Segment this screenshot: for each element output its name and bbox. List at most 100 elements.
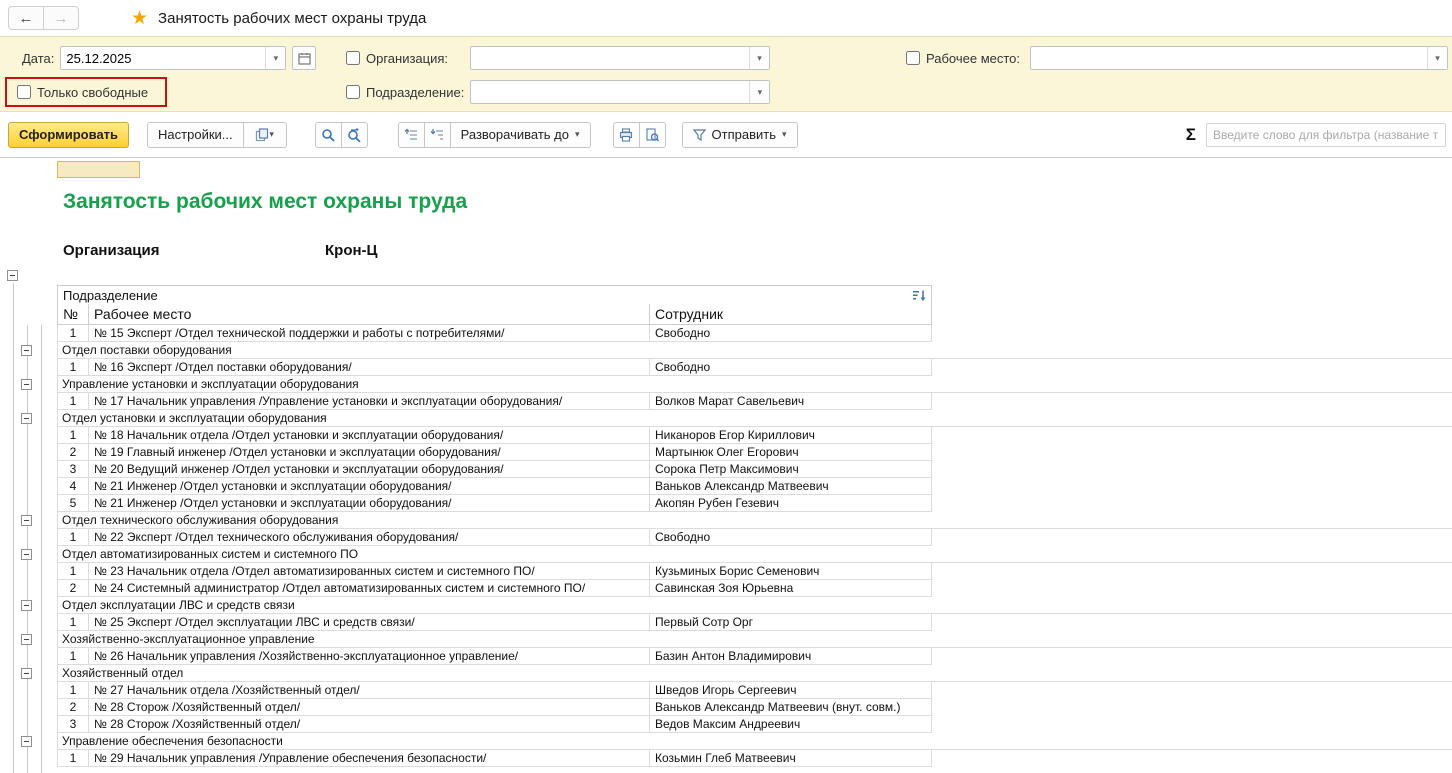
cell-workplace[interactable]: № 26 Начальник управления /Хозяйственно-…	[89, 648, 650, 665]
cell-workplace[interactable]: № 28 Сторож /Хозяйственный отдел/	[89, 699, 650, 716]
collapse-group-icon[interactable]	[21, 549, 32, 560]
group-row[interactable]: Управление установки и эксплуатации обор…	[0, 376, 1452, 393]
cell-employee[interactable]: Первый Сотр Орг	[650, 614, 932, 631]
cell-workplace[interactable]: № 18 Начальник отдела /Отдел установки и…	[89, 427, 650, 444]
cell-employee[interactable]: Базин Антон Владимирович	[650, 648, 932, 665]
cell-num[interactable]: 2	[57, 444, 89, 461]
workplace-input[interactable]	[1031, 47, 1427, 69]
department-checkbox[interactable]	[346, 85, 360, 99]
corner-cell[interactable]	[57, 161, 140, 178]
group-row[interactable]: Хозяйственный отдел	[0, 665, 1452, 682]
cell-workplace[interactable]: № 27 Начальник отдела /Хозяйственный отд…	[89, 682, 650, 699]
expand-levels-button[interactable]	[424, 122, 451, 148]
chevron-down-icon[interactable]: ▾	[1427, 47, 1447, 69]
cell-employee[interactable]: Акопян Рубен Гезевич	[650, 495, 932, 512]
cell-employee[interactable]: Ваньков Александр Матвеевич	[650, 478, 932, 495]
cell-employee[interactable]: Сорока Петр Максимович	[650, 461, 932, 478]
col-employee[interactable]: Сотрудник	[650, 304, 932, 325]
cell-workplace[interactable]: № 24 Системный администратор /Отдел авто…	[89, 580, 650, 597]
collapse-group-icon[interactable]	[21, 736, 32, 747]
generate-button[interactable]: Сформировать	[8, 122, 129, 148]
quick-filter-input[interactable]	[1206, 123, 1446, 147]
back-button[interactable]: ←	[8, 6, 44, 30]
settings-button[interactable]: Настройки...	[147, 122, 244, 148]
cell-employee[interactable]: Ваньков Александр Матвеевич (внут. совм.…	[650, 699, 932, 716]
cell-workplace[interactable]: № 17 Начальник управления /Управление ус…	[89, 393, 650, 410]
cell-employee[interactable]: Свободно	[650, 359, 932, 376]
table-row[interactable]: 1№ 26 Начальник управления /Хозяйственно…	[0, 648, 1452, 665]
group-row[interactable]: Хозяйственно-эксплуатационное управление	[0, 631, 1452, 648]
table-row[interactable]: 5№ 21 Инженер /Отдел установки и эксплуа…	[0, 495, 1452, 512]
group-header-row[interactable]: Подразделение	[57, 285, 932, 305]
cell-employee[interactable]: Ведов Максим Андреевич	[650, 716, 932, 733]
date-input[interactable]	[61, 47, 265, 69]
send-button[interactable]: Отправить ▾	[682, 122, 798, 148]
department-input[interactable]	[471, 81, 749, 103]
sort-icon[interactable]	[913, 289, 926, 302]
cell-workplace[interactable]: № 20 Ведущий инженер /Отдел установки и …	[89, 461, 650, 478]
cell-workplace[interactable]: № 16 Эксперт /Отдел поставки оборудовани…	[89, 359, 650, 376]
table-row[interactable]: 1№ 18 Начальник отдела /Отдел установки …	[0, 427, 1452, 444]
table-row[interactable]: 2№ 19 Главный инженер /Отдел установки и…	[0, 444, 1452, 461]
table-row[interactable]: 1№ 29 Начальник управления /Управление о…	[0, 750, 1452, 767]
favorite-star-icon[interactable]: ★	[131, 7, 148, 30]
cell-workplace[interactable]: № 21 Инженер /Отдел установки и эксплуат…	[89, 495, 650, 512]
collapse-group-icon[interactable]	[21, 413, 32, 424]
workplace-checkbox[interactable]	[906, 51, 920, 65]
collapse-group-icon[interactable]	[21, 345, 32, 356]
group-row[interactable]: Отдел поставки оборудования	[0, 342, 1452, 359]
preview-button[interactable]	[639, 122, 666, 148]
collapse-group-icon[interactable]	[21, 668, 32, 679]
cell-num[interactable]: 5	[57, 495, 89, 512]
table-row[interactable]: 4№ 21 Инженер /Отдел установки и эксплуа…	[0, 478, 1452, 495]
group-row[interactable]: Отдел автоматизированных систем и систем…	[0, 546, 1452, 563]
cell-num[interactable]: 4	[57, 478, 89, 495]
cell-workplace[interactable]: № 25 Эксперт /Отдел эксплуатации ЛВС и с…	[89, 614, 650, 631]
settings-variants-button[interactable]: ▾	[243, 122, 287, 148]
table-row[interactable]: 1№ 22 Эксперт /Отдел технического обслуж…	[0, 529, 1452, 546]
table-row[interactable]: 3№ 20 Ведущий инженер /Отдел установки и…	[0, 461, 1452, 478]
collapse-levels-button[interactable]	[398, 122, 425, 148]
cell-num[interactable]: 1	[57, 529, 89, 546]
cell-workplace[interactable]: № 15 Эксперт /Отдел технической поддержк…	[89, 325, 650, 342]
only-free-checkbox[interactable]	[17, 85, 31, 99]
group-row[interactable]: Управление обеспечения безопасности	[0, 733, 1452, 750]
cell-num[interactable]: 1	[57, 614, 89, 631]
group-row[interactable]: Отдел технического обслуживания оборудов…	[0, 512, 1452, 529]
search-next-button[interactable]	[341, 122, 368, 148]
cell-employee[interactable]: Никаноров Егор Кириллович	[650, 427, 932, 444]
table-row[interactable]: 1№ 15 Эксперт /Отдел технической поддерж…	[0, 325, 1452, 342]
cell-workplace[interactable]: № 22 Эксперт /Отдел технического обслужи…	[89, 529, 650, 546]
cell-employee[interactable]: Волков Марат Савельевич	[650, 393, 932, 410]
organization-checkbox[interactable]	[346, 51, 360, 65]
cell-num[interactable]: 3	[57, 716, 89, 733]
table-row[interactable]: 1№ 27 Начальник отдела /Хозяйственный от…	[0, 682, 1452, 699]
forward-button[interactable]: →	[43, 6, 79, 30]
cell-employee[interactable]: Свободно	[650, 325, 932, 342]
cell-num[interactable]: 1	[57, 325, 89, 342]
table-row[interactable]: 1№ 16 Эксперт /Отдел поставки оборудован…	[0, 359, 1452, 376]
collapse-group-icon[interactable]	[21, 515, 32, 526]
col-workplace[interactable]: Рабочее место	[89, 304, 650, 325]
cell-employee[interactable]: Мартынюк Олег Егорович	[650, 444, 932, 461]
group-row[interactable]: Отдел эксплуатации ЛВС и средств связи	[0, 597, 1452, 614]
table-row[interactable]: 1№ 17 Начальник управления /Управление у…	[0, 393, 1452, 410]
cell-num[interactable]: 2	[57, 580, 89, 597]
group-row[interactable]: Отдел установки и эксплуатации оборудова…	[0, 410, 1452, 427]
chevron-down-icon[interactable]: ▾	[749, 81, 769, 103]
cell-num[interactable]: 1	[57, 563, 89, 580]
chevron-down-icon[interactable]: ▾	[265, 47, 285, 69]
cell-num[interactable]: 1	[57, 648, 89, 665]
cell-workplace[interactable]: № 29 Начальник управления /Управление об…	[89, 750, 650, 767]
cell-num[interactable]: 1	[57, 750, 89, 767]
table-row[interactable]: 3№ 28 Сторож /Хозяйственный отдел/Ведов …	[0, 716, 1452, 733]
cell-num[interactable]: 3	[57, 461, 89, 478]
col-num[interactable]: №	[57, 304, 89, 325]
cell-num[interactable]: 1	[57, 359, 89, 376]
collapse-group-icon[interactable]	[21, 634, 32, 645]
cell-employee[interactable]: Козьмин Глеб Матвеевич	[650, 750, 932, 767]
table-row[interactable]: 1№ 23 Начальник отдела /Отдел автоматизи…	[0, 563, 1452, 580]
cell-employee[interactable]: Шведов Игорь Сергеевич	[650, 682, 932, 699]
cell-num[interactable]: 1	[57, 682, 89, 699]
sigma-icon[interactable]: Σ	[1186, 125, 1196, 145]
